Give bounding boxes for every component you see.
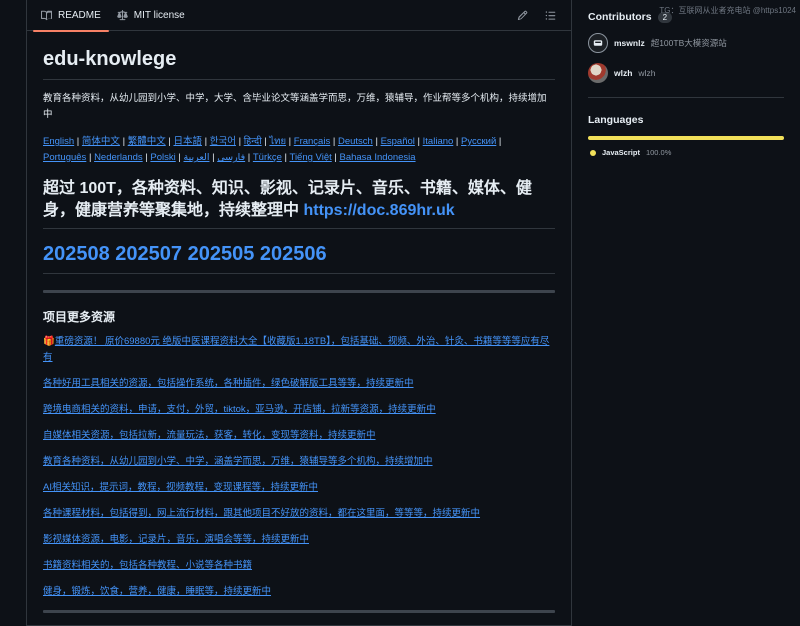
watermark: TG：互联网从业者充电站 @https1024 xyxy=(659,6,796,15)
resource-link[interactable]: 影视媒体资源，电影，记录片，音乐，演唱会等等，持续更新中 xyxy=(43,534,309,545)
languages-header: Languages xyxy=(588,114,784,126)
lang-link[interactable]: English xyxy=(43,136,74,147)
law-scale-icon xyxy=(116,9,128,20)
resource-link[interactable]: 各种好用工具相关的资源，包括操作系统，各种插件，绿色破解版工具等等，持续更新中 xyxy=(43,378,414,389)
divider xyxy=(43,290,555,293)
contributor-name: wlzh xyxy=(614,68,633,78)
lang-link[interactable]: Polski xyxy=(150,152,175,163)
list-item: 教育各种资料，从幼儿园到小学、中学，涵盖学而思，万维，猿辅导等多个机构，持续增加… xyxy=(43,454,555,470)
headline: 超过 100T，各种资料、知识、影视、记录片、音乐、书籍、媒体、健身，健康营养等… xyxy=(43,178,555,229)
headline-link[interactable]: https://doc.869hr.uk xyxy=(303,202,454,219)
list-item: 影视媒体资源，电影，记录片，音乐，演唱会等等，持续更新中 xyxy=(43,532,555,548)
lang-link[interactable]: Português xyxy=(43,152,86,163)
lang-link[interactable]: Español xyxy=(381,136,415,147)
language-percent: 100.0% xyxy=(645,148,672,157)
contributor-desc: 超100TB大模资源站 xyxy=(650,38,727,48)
tab-readme[interactable]: README xyxy=(33,0,109,32)
lang-link[interactable]: 한국어 xyxy=(210,136,236,147)
repo-sidebar: TG：互联网从业者充电站 @https1024 Contributors 2 m… xyxy=(572,0,800,626)
readme-tabbar: README MIT license xyxy=(27,0,571,32)
avatar xyxy=(588,33,608,53)
readme-panel: README MIT license edu-knowlege 教育各种资料，从… xyxy=(26,0,572,626)
gift-icon: 🎁 xyxy=(43,336,55,347)
pencil-icon xyxy=(517,10,527,20)
lang-link[interactable]: Nederlands xyxy=(94,152,143,163)
headline-text: 超过 100T，各种资料、知识、影视、记录片、音乐、书籍、媒体、健身，健康营养等… xyxy=(43,180,532,219)
contributor-item[interactable]: mswnlz 超100TB大模资源站 xyxy=(588,33,784,53)
language-color-dot xyxy=(590,149,596,156)
tab-license-label: MIT license xyxy=(133,9,185,21)
avatar xyxy=(588,63,608,83)
edit-button[interactable] xyxy=(515,8,529,22)
resource-link[interactable]: 健身，锻炼，饮食，营养，健康，睡眠等，持续更新中 xyxy=(43,586,271,597)
lang-link[interactable]: 简体中文 xyxy=(82,136,120,147)
list-item: 书籍资料相关的，包括各种教程、小说等各种书籍 xyxy=(43,558,555,574)
readme-content: edu-knowlege 教育各种资料，从幼儿园到小学、中学，大学、含毕业论文等… xyxy=(27,48,571,613)
list-item: 自媒体相关资源，包括拉新，流量玩法，获客，转化，变现等资料，持续更新中 xyxy=(43,428,555,444)
lang-link[interactable]: Tiếng Việt xyxy=(290,152,332,163)
languages-title: Languages xyxy=(588,114,644,126)
resource-link[interactable]: 书籍资料相关的，包括各种教程、小说等各种书籍 xyxy=(43,560,252,571)
resource-link[interactable]: 教育各种资料，从幼儿园到小学、中学，涵盖学而思，万维，猿辅导等多个机构，持续增加… xyxy=(43,456,433,467)
language-bar xyxy=(588,136,784,140)
resource-link[interactable]: 跨境电商相关的资料，申请，支付，外贸，tiktok，亚马逊，开店铺，拉新等资源，… xyxy=(43,404,436,415)
outline-button[interactable] xyxy=(543,8,557,22)
readme-description: 教育各种资料，从幼儿园到小学、中学，大学、含毕业论文等涵盖学而思，万维，猿辅导，… xyxy=(43,93,547,120)
list-unordered-icon xyxy=(545,10,555,20)
divider xyxy=(43,610,555,613)
lang-link[interactable]: Bahasa Indonesia xyxy=(340,152,416,163)
contributors-title: Contributors xyxy=(588,11,652,23)
list-item: 跨境电商相关的资料，申请，支付，外贸，tiktok，亚马逊，开店铺，拉新等资源，… xyxy=(43,402,555,418)
lang-link[interactable]: العربية xyxy=(184,152,210,163)
readme-title: edu-knowlege xyxy=(43,48,555,80)
resource-link[interactable]: 自媒体相关资源，包括拉新，流量玩法，获客，转化，变现等资料，持续更新中 xyxy=(43,430,376,441)
lang-link[interactable]: فارسی xyxy=(217,152,245,163)
tab-license[interactable]: MIT license xyxy=(109,0,193,31)
lang-link[interactable]: 繁體中文 xyxy=(128,136,166,147)
list-item: 健身，锻炼，饮食，营养，健康，睡眠等，持续更新中 xyxy=(43,584,555,600)
lang-link[interactable]: 日本語 xyxy=(173,136,202,147)
resource-link[interactable]: 重磅资源！ 原价69880元 绝版中医课程资料大全【收藏版1.18TB】，包括基… xyxy=(43,336,549,363)
resource-link[interactable]: 各种课程材料，包括得到，网上流行材料，跟其他项目不好放的资料，都在这里面，等等等… xyxy=(43,508,480,519)
language-name: JavaScript xyxy=(602,148,640,157)
list-item: AI相关知识，提示词，教程，视频教程，变现课程等，持续更新中 xyxy=(43,480,555,496)
list-item: 各种课程材料，包括得到，网上流行材料，跟其他项目不好放的资料，都在这里面，等等等… xyxy=(43,506,555,522)
avatar-logo-icon xyxy=(593,40,603,46)
readme-actions xyxy=(515,8,565,22)
lang-link[interactable]: Italiano xyxy=(423,136,454,147)
section-title: 项目更多资源 xyxy=(43,310,116,324)
contributor-desc: wlzh xyxy=(638,68,656,78)
language-links: English | 简体中文 | 繁體中文 | 日本語 | 한국어 | हिन्… xyxy=(43,136,502,163)
contributor-item[interactable]: wlzh wlzh xyxy=(588,63,784,83)
lang-link[interactable]: हिन्दी xyxy=(244,136,262,147)
tab-readme-label: README xyxy=(58,9,101,21)
resource-list: 🎁重磅资源！ 原价69880元 绝版中医课程资料大全【收藏版1.18TB】，包括… xyxy=(43,334,555,600)
book-icon xyxy=(41,10,52,20)
lang-link[interactable]: Deutsch xyxy=(338,136,373,147)
dates-heading: 202508 202507 202505 202506 xyxy=(43,243,555,274)
lang-link[interactable]: Русский xyxy=(461,136,496,147)
lang-link[interactable]: Français xyxy=(294,136,330,147)
resource-link[interactable]: AI相关知识，提示词，教程，视频教程，变现课程等，持续更新中 xyxy=(43,482,318,493)
language-item[interactable]: JavaScript 100.0% xyxy=(590,148,784,157)
list-item: 🎁重磅资源！ 原价69880元 绝版中医课程资料大全【收藏版1.18TB】，包括… xyxy=(43,334,555,366)
list-item: 各种好用工具相关的资源，包括操作系统，各种插件，绿色破解版工具等等，持续更新中 xyxy=(43,376,555,392)
contributor-name: mswnlz xyxy=(614,38,645,48)
lang-link[interactable]: Türkçe xyxy=(253,152,282,163)
sidebar-divider xyxy=(588,97,784,98)
lang-link[interactable]: ไทย xyxy=(269,136,286,147)
